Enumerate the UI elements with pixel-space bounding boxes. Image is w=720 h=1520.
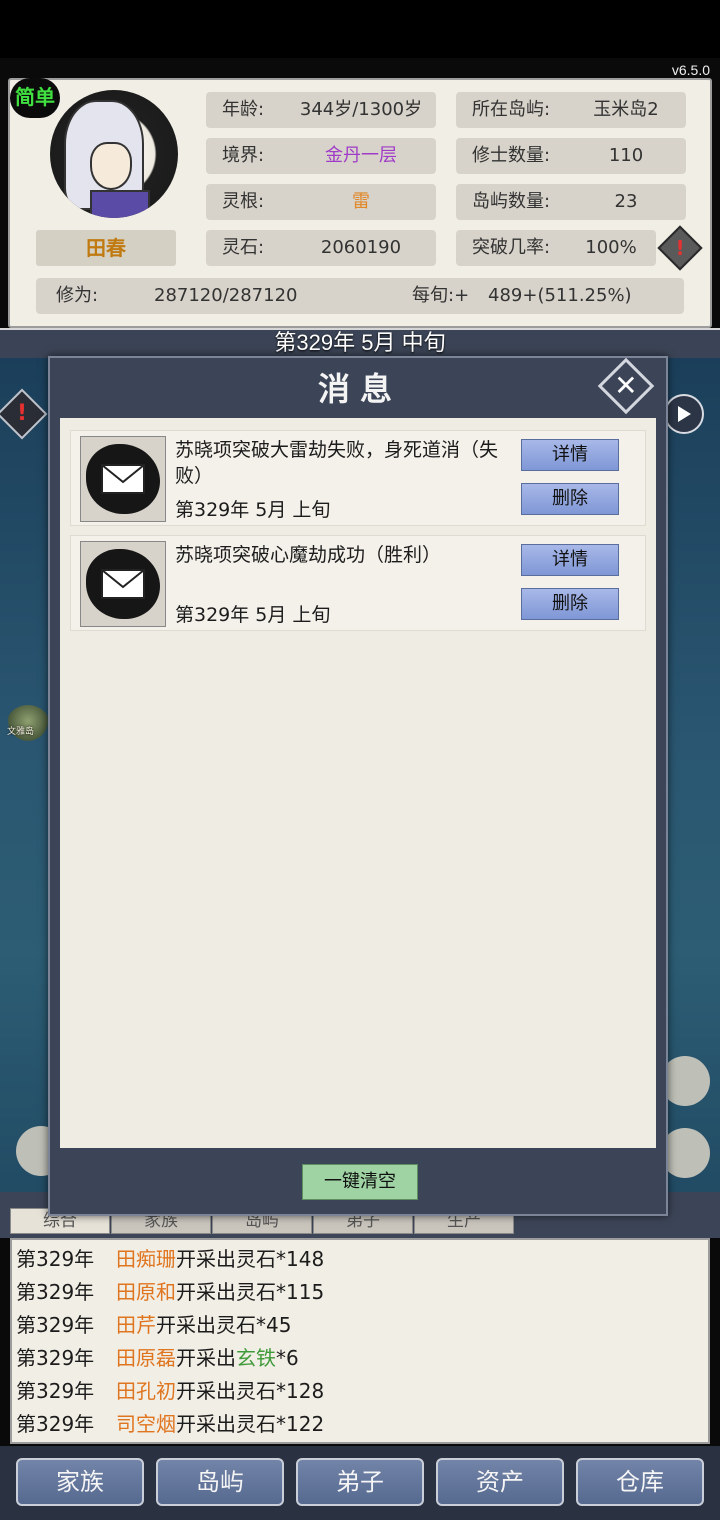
spirit-stones-stat: 灵石: 2060190: [206, 230, 436, 266]
message-text: 苏晓项突破大雷劫失败，身死道消（失败）: [175, 439, 499, 487]
island-marker-label: 文雅岛: [7, 727, 35, 737]
version-label: v6.5.0: [671, 62, 710, 78]
island-count-stat: 岛屿数量: 23: [456, 184, 686, 220]
message-text: 苏晓项突破心魔劫成功（胜利）: [175, 544, 442, 566]
list-item: 第329年 田芹开采出灵石*45: [16, 1313, 292, 1337]
character-name[interactable]: 田春: [36, 230, 176, 266]
list-item: 第329年 田原和开采出灵石*115: [16, 1280, 325, 1304]
message-item: 苏晓项突破大雷劫失败，身死道消（失败） 第329年 5月 上旬 详情 删除: [70, 430, 646, 526]
mail-icon: [80, 541, 166, 627]
nav-family-button[interactable]: 家族: [16, 1458, 144, 1506]
realm-stat: 境界: 金丹一层: [206, 138, 436, 174]
message-delete-button[interactable]: 删除: [521, 483, 619, 515]
list-item: 第329年 田痴珊开采出灵石*148: [16, 1247, 325, 1271]
list-item: 第329年 田孔初开采出灵石*128: [16, 1379, 325, 1403]
spirit-root-stat: 灵根: 雷: [206, 184, 436, 220]
difficulty-badge: 简单: [10, 78, 60, 118]
current-date: 第329年 5月 中旬: [274, 330, 446, 355]
message-delete-button[interactable]: 删除: [521, 588, 619, 620]
cultivators-count-stat: 修士数量: 110: [456, 138, 686, 174]
message-list[interactable]: [60, 418, 656, 1148]
current-island-stat: 所在岛屿: 玉米岛2: [456, 92, 686, 128]
list-item: 第329年 司空烟开采出灵石*122: [16, 1412, 325, 1436]
clear-all-button[interactable]: 一键清空: [302, 1164, 418, 1200]
nav-warehouse-button[interactable]: 仓库: [576, 1458, 704, 1506]
avatar[interactable]: [50, 90, 178, 218]
cultivation-bar: 修为: 287120/287120 每旬:+ 489+(511.25%): [36, 278, 684, 314]
nav-disciples-button[interactable]: 弟子: [296, 1458, 424, 1506]
nav-islands-button[interactable]: 岛屿: [156, 1458, 284, 1506]
status-bar: [0, 0, 720, 58]
message-date: 第329年 5月 上旬: [175, 499, 331, 521]
nav-assets-button[interactable]: 资产: [436, 1458, 564, 1506]
message-date: 第329年 5月 上旬: [175, 604, 331, 626]
close-icon: ✕: [614, 369, 638, 402]
message-detail-button[interactable]: 详情: [521, 439, 619, 471]
age-stat: 年龄: 344岁/1300岁: [206, 92, 436, 128]
breakthrough-rate-stat: 突破几率: 100%: [456, 230, 656, 266]
list-item: 第329年 田原磊开采出玄铁*6: [16, 1346, 299, 1370]
mail-icon: [80, 436, 166, 522]
message-detail-button[interactable]: 详情: [521, 544, 619, 576]
message-item: 苏晓项突破心魔劫成功（胜利） 第329年 5月 上旬 详情 删除: [70, 535, 646, 631]
